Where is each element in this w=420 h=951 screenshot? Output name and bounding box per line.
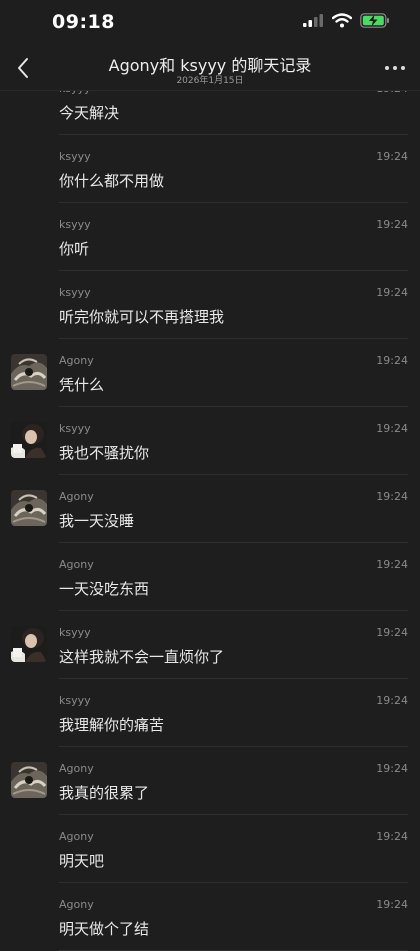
more-dots-icon [401,66,405,70]
message-time: 19:24 [376,286,408,299]
avatar[interactable] [11,422,47,458]
message-text: 凭什么 [59,376,105,394]
message-time: 19:24 [376,762,408,775]
message-time: 19:24 [376,830,408,843]
message-item[interactable]: ksyyy 19:24 你什么都不用做 [0,135,420,203]
status-bar: 09:18 [0,0,420,46]
sender-name: ksyyy [59,150,91,163]
more-dots-icon [385,66,389,70]
message-time: 19:24 [376,490,408,503]
avatar[interactable] [11,490,47,526]
message-text: 明天吧 [59,852,105,870]
message-text: 我理解你的痛苦 [59,716,165,734]
message-item[interactable]: ksyyy 19:24 我理解你的痛苦 [0,679,420,747]
more-dots-icon [393,66,397,70]
message-item[interactable]: Agony 19:24 明天吧 [0,815,420,883]
sender-name: Agony [59,830,94,843]
sender-name: ksyyy [59,694,91,707]
message-text: 我一天没睡 [59,512,135,530]
nav-bar: Agony和 ksyyy 的聊天记录 2026年1月15日 [0,46,420,91]
sender-name: ksyyy [59,422,91,435]
status-icons [302,13,390,28]
status-time: 09:18 [52,11,115,33]
message-time: 19:24 [376,354,408,367]
sender-name: Agony [59,898,94,911]
message-item[interactable]: Agony 19:24 明天做个了结 [0,883,420,951]
message-text: 今天解决 [59,104,120,122]
more-button[interactable] [380,58,410,78]
message-list[interactable]: ksyyy 19:24 今天解决 ksyyy 19:24 你什么都不用做 ksyyy 19:2… [0,67,420,951]
battery-charging-icon [360,13,389,28]
message-item[interactable]: Agony 19:24 凭什么 [0,339,420,407]
message-text: 听完你就可以不再搭理我 [59,308,225,326]
sender-name: ksyyy [59,286,91,299]
message-time: 19:24 [376,626,408,639]
sender-name: ksyyy [59,626,91,639]
message-text: 你听 [59,240,90,258]
message-text: 你什么都不用做 [59,172,165,190]
wifi-icon [332,13,352,28]
message-item[interactable]: ksyyy 19:24 你听 [0,203,420,271]
sender-name: Agony [59,762,94,775]
sender-name: Agony [59,354,94,367]
message-item[interactable]: ksyyy 19:24 这样我就不会一直烦你了 [0,611,420,679]
message-time: 19:24 [376,422,408,435]
avatar[interactable] [11,762,47,798]
message-time: 19:24 [376,898,408,911]
message-item[interactable]: ksyyy 19:24 我也不骚扰你 [0,407,420,475]
message-time: 19:24 [376,150,408,163]
sender-name: Agony [59,490,94,503]
message-item[interactable]: Agony 19:24 我真的很累了 [0,747,420,815]
message-text: 明天做个了结 [59,920,150,938]
sender-name: Agony [59,558,94,571]
message-time: 19:24 [376,694,408,707]
message-item[interactable]: Agony 19:24 我一天没睡 [0,475,420,543]
signal-icon [303,13,323,27]
message-text: 我也不骚扰你 [59,444,150,462]
message-text: 一天没吃东西 [59,580,150,598]
sender-name: ksyyy [59,218,91,231]
message-text: 这样我就不会一直烦你了 [59,648,225,666]
message-text: 我真的很累了 [59,784,150,802]
message-item[interactable]: Agony 19:24 一天没吃东西 [0,543,420,611]
avatar[interactable] [11,354,47,390]
message-item[interactable]: ksyyy 19:24 听完你就可以不再搭理我 [0,271,420,339]
message-time: 19:24 [376,218,408,231]
avatar[interactable] [11,626,47,662]
page-subtitle: 2026年1月15日 [176,76,244,86]
message-time: 19:24 [376,558,408,571]
